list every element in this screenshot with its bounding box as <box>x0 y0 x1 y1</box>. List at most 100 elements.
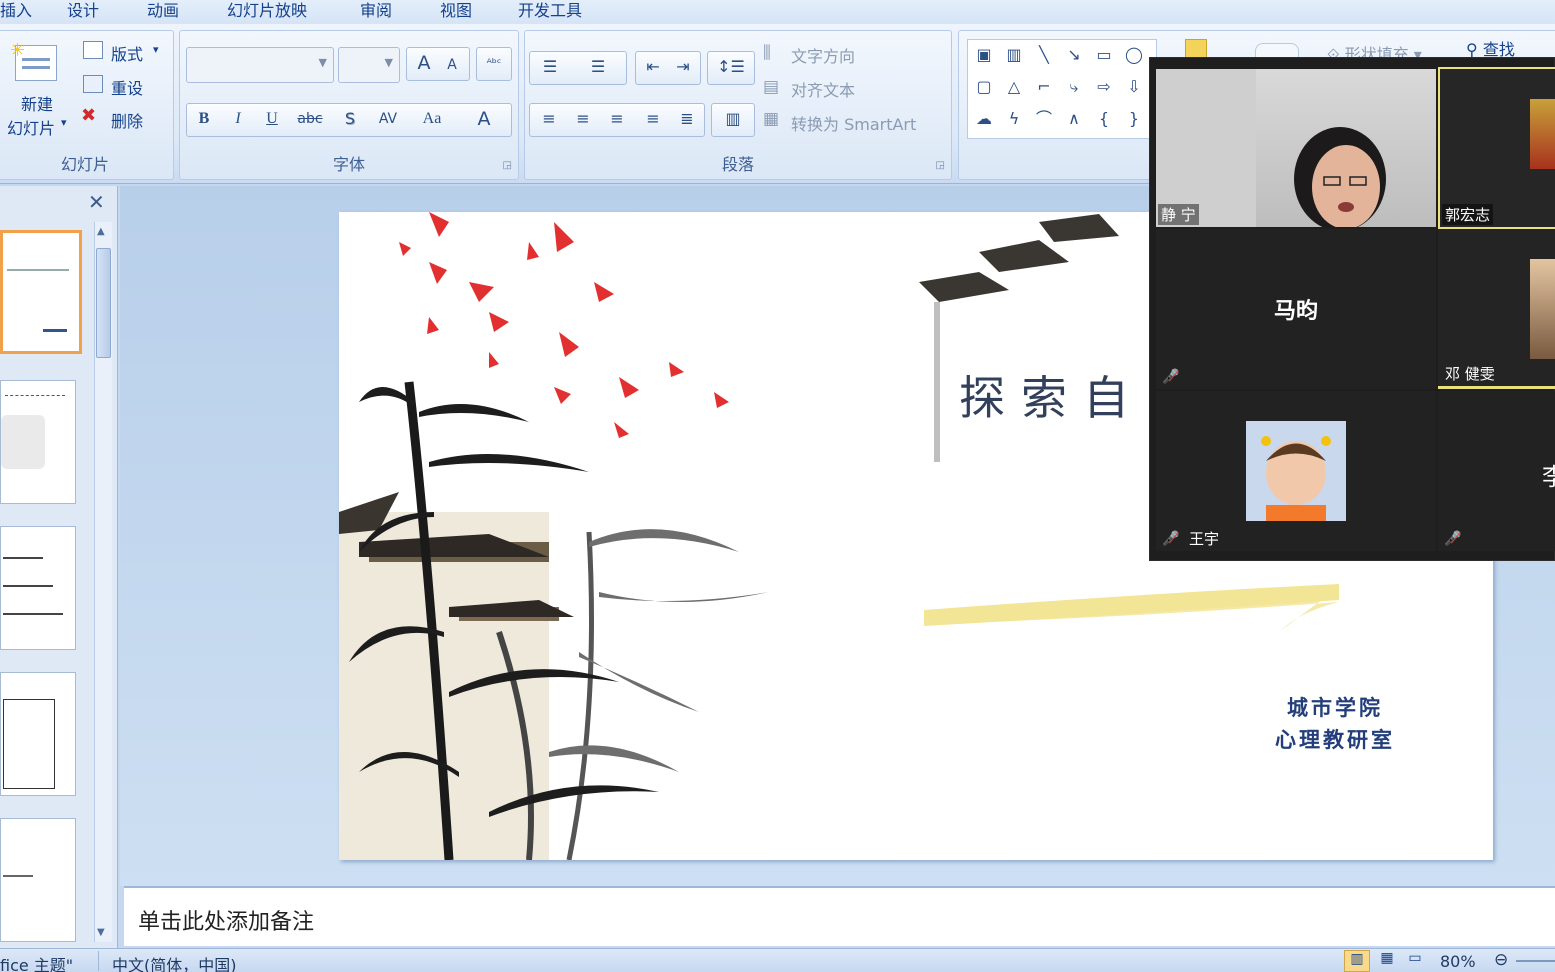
elbow-connector-icon[interactable]: ⌐ <box>1030 72 1058 102</box>
video-call-panel: 静 宁 郭宏志 马昀 🎤̸ 邓 健雯 🎤̸ 王宇 李 🎤̸ <box>1149 57 1555 561</box>
line-shape-icon[interactable]: ╲ <box>1030 40 1058 70</box>
tab-insert[interactable]: 插入 <box>0 0 32 21</box>
triangle-shape-icon[interactable]: △ <box>1000 72 1028 102</box>
pillar-shape <box>934 302 940 462</box>
numbering-icon[interactable]: ☰ <box>584 52 612 82</box>
reset-icon <box>83 75 103 93</box>
decrease-indent-icon[interactable]: ⇤ <box>640 52 666 82</box>
shapes-gallery[interactable]: ▣ ▥ ╲ ↘ ▭ ◯ ▢ △ ⌐ ⤷ ⇨ ⇩ ☁ ϟ ⌒ ∧ { } <box>967 39 1157 139</box>
slide-thumbnail[interactable] <box>0 672 76 796</box>
slide-thumbnail-panel: ✕ ▲ ▼ <box>0 186 118 948</box>
sorter-view-icon[interactable]: ▦ <box>1374 950 1400 966</box>
new-slide-icon[interactable]: ✳ <box>10 40 57 81</box>
slide-title[interactable]: 探索自 <box>959 362 1145 428</box>
tab-animation[interactable]: 动画 <box>147 0 179 21</box>
left-brace-icon[interactable]: { <box>1090 104 1118 134</box>
zoom-out-icon[interactable]: ⊖ <box>1494 950 1508 970</box>
arc-shape-icon[interactable]: ⌒ <box>1030 104 1058 134</box>
video-tile[interactable]: 邓 健雯 <box>1438 229 1555 389</box>
align-text-button[interactable]: 对齐文本 <box>791 77 855 101</box>
new-slide-label-1[interactable]: 新建 <box>21 91 53 115</box>
video-tile[interactable]: 🎤̸ 王宇 <box>1156 391 1436 551</box>
slide-thumbnail[interactable] <box>0 230 82 354</box>
textbox-shape-icon[interactable]: ▣ <box>970 40 998 70</box>
zoom-slider[interactable] <box>1516 960 1555 962</box>
paragraph-group: ☰ ☰ ⇤ ⇥ ↕☰ ≡ ≡ ≡ ≡ ≣ ▥ ⫼ 文字方向 ▤ 对齐文本 ▦ 转… <box>524 30 952 180</box>
align-center-icon[interactable]: ≡ <box>568 104 598 134</box>
bold-button[interactable]: B <box>191 104 217 134</box>
curve-shape-icon[interactable]: ∧ <box>1060 104 1088 134</box>
new-slide-label-2[interactable]: 幻灯片 <box>7 115 55 139</box>
down-arrow-shape-icon[interactable]: ⇩ <box>1120 72 1148 102</box>
italic-button[interactable]: I <box>225 104 251 134</box>
smartart-button[interactable]: 转换为 SmartArt <box>791 111 916 135</box>
bullets-icon[interactable]: ☰ <box>536 52 564 82</box>
reset-button[interactable]: 重设 <box>111 75 143 99</box>
tab-developer[interactable]: 开发工具 <box>518 0 582 21</box>
strikethrough-button[interactable]: abc <box>293 104 327 134</box>
lightning-shape-icon[interactable]: ϟ <box>1000 104 1028 134</box>
grow-font-icon[interactable]: A <box>411 48 437 78</box>
delete-button[interactable]: 删除 <box>111 108 143 132</box>
org-name-line-2[interactable]: 心理教研室 <box>1275 724 1395 754</box>
cloud-shape-icon[interactable]: ☁ <box>970 104 998 134</box>
slide-thumbnail[interactable] <box>0 526 76 650</box>
right-arrow-shape-icon[interactable]: ⇨ <box>1090 72 1118 102</box>
elbow-arrow-icon[interactable]: ⤷ <box>1060 72 1088 102</box>
video-tile-active-speaker[interactable]: 郭宏志 <box>1438 67 1555 229</box>
theme-status: fice 主题" <box>0 956 74 972</box>
normal-view-icon[interactable]: ▥ <box>1344 950 1370 972</box>
rectangle-shape-icon[interactable]: ▭ <box>1090 40 1118 70</box>
layout-button[interactable]: 版式 <box>111 41 143 65</box>
rounded-rect-icon[interactable]: ▢ <box>970 72 998 102</box>
thumbnail-scrollbar[interactable]: ▲ ▼ <box>94 222 112 942</box>
align-left-icon[interactable]: ≡ <box>534 104 564 134</box>
tab-review[interactable]: 审阅 <box>360 0 392 21</box>
char-spacing-button[interactable]: AV <box>371 104 405 134</box>
font-group-label: 字体 <box>332 155 365 174</box>
align-right-icon[interactable]: ≡ <box>602 104 632 134</box>
notes-pane[interactable]: 单击此处添加备注 <box>124 886 1555 946</box>
line-spacing-button[interactable]: ↕☰ <box>707 51 755 85</box>
text-direction-button[interactable]: 文字方向 <box>791 43 855 67</box>
slide-thumbnail[interactable] <box>0 818 76 942</box>
dialog-launcher-icon[interactable]: ◲ <box>936 160 945 171</box>
justify-icon[interactable]: ≡ <box>638 104 668 134</box>
participant-name-large: 马昀 <box>1273 299 1318 324</box>
align-buttons: ≡ ≡ ≡ ≡ ≣ <box>529 103 705 137</box>
slide-thumbnail[interactable] <box>0 380 76 504</box>
line-spacing-icon: ↕☰ <box>717 57 745 76</box>
slideshow-view-icon[interactable]: ▭ <box>1402 950 1428 966</box>
slides-group-label: 幻灯片 <box>60 155 109 174</box>
font-color-button[interactable]: A <box>471 104 497 134</box>
shrink-font-icon[interactable]: A <box>439 50 465 80</box>
mic-muted-icon: 🎤̸ <box>1162 531 1180 547</box>
zoom-level[interactable]: 80% <box>1440 952 1476 971</box>
org-name-line-1[interactable]: 城市学院 <box>1287 692 1383 722</box>
increase-indent-icon[interactable]: ⇥ <box>670 52 696 82</box>
columns-button[interactable]: ▥ <box>711 103 755 137</box>
underline-button[interactable]: U <box>259 104 285 134</box>
dialog-launcher-icon[interactable]: ◲ <box>503 160 512 171</box>
video-tile[interactable]: 静 宁 <box>1156 69 1436 227</box>
language-status[interactable]: 中文(简体，中国) <box>112 952 237 972</box>
shadow-button[interactable]: S <box>337 104 363 134</box>
close-panel-icon[interactable]: ✕ <box>88 190 105 214</box>
video-tile[interactable]: 李 🎤̸ <box>1438 391 1555 551</box>
video-tile[interactable]: 马昀 🎤̸ <box>1156 229 1436 389</box>
tab-slideshow[interactable]: 幻灯片放映 <box>227 0 307 21</box>
oval-shape-icon[interactable]: ◯ <box>1120 40 1148 70</box>
clear-format-icon: ᴬᵇᶜ <box>486 56 502 70</box>
bamboo-leaves <box>549 529 769 772</box>
tab-design[interactable]: 设计 <box>67 0 99 21</box>
clear-format-button[interactable]: ᴬᵇᶜ <box>476 47 512 81</box>
tab-view[interactable]: 视图 <box>440 0 472 21</box>
right-brace-icon[interactable]: } <box>1120 104 1148 134</box>
notes-placeholder: 单击此处添加备注 <box>138 910 315 935</box>
font-size-dropdown[interactable]: ▼ <box>338 47 400 83</box>
change-case-button[interactable]: Aa <box>415 104 449 134</box>
arrow-line-icon[interactable]: ↘ <box>1060 40 1088 70</box>
distribute-icon[interactable]: ≣ <box>672 104 702 134</box>
vertical-textbox-icon[interactable]: ▥ <box>1000 40 1028 70</box>
font-name-dropdown[interactable]: ▼ <box>186 47 334 83</box>
